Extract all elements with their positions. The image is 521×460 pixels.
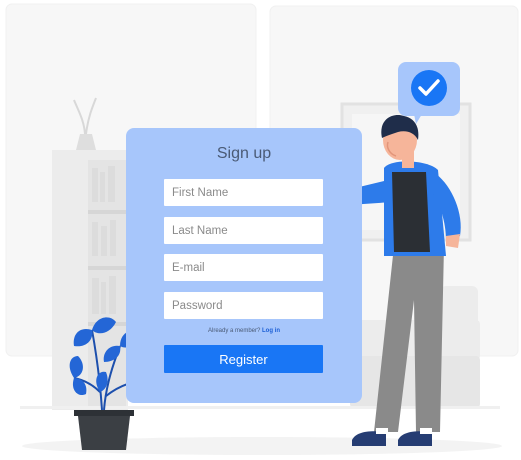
email-input[interactable] xyxy=(164,254,323,281)
signup-card: Sign up Already a member? Log in Registe… xyxy=(126,128,362,403)
password-input[interactable] xyxy=(164,292,323,319)
last-name-input[interactable] xyxy=(164,217,323,244)
speech-bubble xyxy=(398,62,460,124)
member-prompt-text: Already a member? xyxy=(207,328,261,334)
check-circle-icon xyxy=(411,70,447,106)
member-prompt-line: Already a member? Log in xyxy=(126,328,362,334)
first-name-input[interactable] xyxy=(164,179,323,206)
bookshelf xyxy=(52,150,128,410)
register-button[interactable]: Register xyxy=(164,345,323,373)
signup-title: Sign up xyxy=(216,145,272,162)
login-link[interactable]: Log in xyxy=(262,328,280,334)
